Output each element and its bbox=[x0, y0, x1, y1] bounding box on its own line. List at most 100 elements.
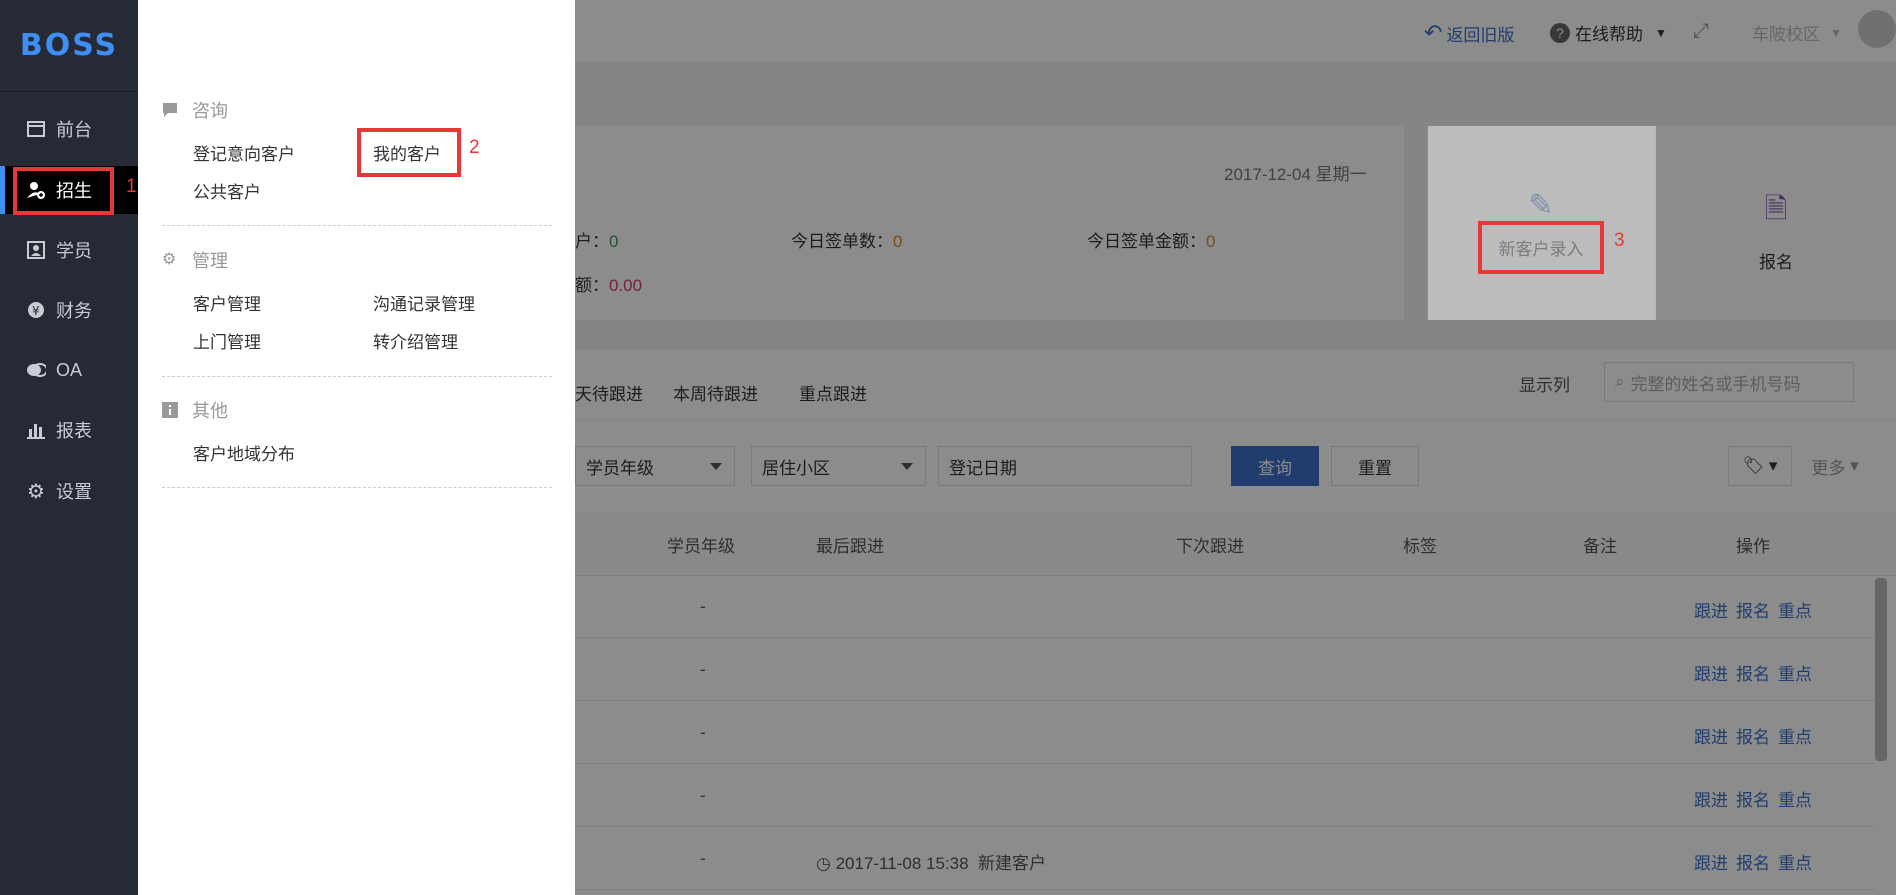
annotation-box-3 bbox=[1478, 221, 1604, 274]
svg-text:¥: ¥ bbox=[32, 304, 40, 318]
nav-item-front-desk[interactable]: 前台 bbox=[0, 105, 138, 153]
table-row: - ◷ 2017-11-08 15:38 新建客户 跟进 报名 重点 bbox=[575, 828, 1875, 890]
grade-select[interactable]: 学员年级 bbox=[575, 446, 735, 486]
nav-item-finance[interactable]: ¥ 财务 bbox=[0, 286, 138, 334]
campus-selector[interactable]: 车陂校区 ▼ bbox=[1752, 20, 1842, 45]
register-date-input[interactable]: 登记日期 bbox=[938, 446, 1192, 486]
table-row: - 跟进 报名 重点 bbox=[575, 765, 1875, 827]
annotation-label-3: 3 bbox=[1614, 230, 1625, 251]
table-row: - 跟进 报名 重点 bbox=[575, 702, 1875, 764]
question-circle-icon: ? bbox=[1550, 22, 1570, 43]
section-other-title: 其他 bbox=[162, 397, 228, 423]
col-last-follow: 最后跟进 bbox=[816, 537, 884, 556]
annotation-label-1: 1 bbox=[126, 176, 137, 197]
more-button[interactable]: 更多 ▾ bbox=[1805, 446, 1865, 486]
annotation-label-2: 2 bbox=[469, 137, 480, 158]
search-icon: ⌕ bbox=[1615, 372, 1625, 391]
scrollbar-thumb[interactable] bbox=[1875, 578, 1887, 761]
key-link[interactable]: 重点 bbox=[1778, 597, 1812, 622]
undo-icon: ↶ bbox=[1424, 20, 1443, 45]
key-link[interactable]: 重点 bbox=[1778, 660, 1812, 685]
nav-item-students[interactable]: 学员 bbox=[0, 226, 138, 274]
menu-link-visit-manage[interactable]: 上门管理 bbox=[193, 328, 261, 353]
id-card-icon bbox=[26, 240, 46, 260]
table-row: - 跟进 报名 重点 bbox=[575, 639, 1875, 701]
menu-link-referral-manage[interactable]: 转介绍管理 bbox=[373, 328, 458, 353]
back-old-version-link[interactable]: ↶ 返回旧版 bbox=[1424, 20, 1514, 46]
search-input[interactable]: ⌕ 完整的姓名或手机号码 bbox=[1604, 362, 1854, 402]
summary-date: 2017-12-04 星期一 bbox=[1224, 165, 1367, 184]
enroll-link[interactable]: 报名 bbox=[1736, 723, 1770, 748]
annotation-box-2 bbox=[357, 128, 461, 177]
col-tags: 标签 bbox=[1403, 537, 1437, 556]
enroll-link[interactable]: 报名 bbox=[1736, 660, 1770, 685]
follow-link[interactable]: 跟进 bbox=[1694, 786, 1728, 811]
chevron-down-icon: ▼ bbox=[1830, 25, 1842, 40]
col-grade: 学员年级 bbox=[667, 537, 735, 556]
yen-icon: ¥ bbox=[26, 300, 46, 320]
col-next-follow: 下次跟进 bbox=[1176, 537, 1244, 556]
stat-amount: 额：0.00 bbox=[575, 276, 643, 295]
community-select[interactable]: 居住小区 bbox=[751, 446, 926, 486]
tab-today-pending[interactable]: 天待跟进 bbox=[575, 380, 643, 405]
top-bar: ↶ 返回旧版 ? 在线帮助 ▼ ⤢ 车陂校区 ▼ bbox=[575, 0, 1896, 62]
query-button[interactable]: 查询 bbox=[1231, 446, 1319, 486]
follow-link[interactable]: 跟进 bbox=[1694, 723, 1728, 748]
divider bbox=[162, 487, 552, 488]
last-follow-cell: ◷ 2017-11-08 15:38 新建客户 bbox=[816, 854, 1046, 873]
show-columns-button[interactable]: 显示列 bbox=[1519, 371, 1570, 396]
bar-chart-icon bbox=[26, 420, 46, 440]
follow-link[interactable]: 跟进 bbox=[1694, 660, 1728, 685]
menu-link-customer-region[interactable]: 客户地域分布 bbox=[193, 440, 295, 465]
side-nav: BOSS 前台 招生 学员 ¥ 财务 OA 报表 ⚙ 设置 bbox=[0, 0, 138, 895]
info-box-icon bbox=[162, 402, 178, 418]
menu-link-public-customers[interactable]: 公共客户 bbox=[193, 178, 261, 203]
stat-today-orders: 今日签单数：0 bbox=[791, 232, 903, 251]
enroll-link[interactable]: 报名 bbox=[1736, 597, 1770, 622]
enroll-link[interactable]: 报名 bbox=[1736, 849, 1770, 874]
nav-item-reports[interactable]: 报表 bbox=[0, 406, 138, 454]
chevron-down-icon: ▼ bbox=[1655, 25, 1667, 40]
comment-icon bbox=[162, 102, 178, 118]
avatar[interactable] bbox=[1858, 10, 1896, 48]
online-help-menu[interactable]: ? 在线帮助 ▼ bbox=[1550, 20, 1667, 45]
enroll-link[interactable]: 报名 bbox=[1736, 786, 1770, 811]
col-notes: 备注 bbox=[1583, 537, 1617, 556]
reset-button[interactable]: 重置 bbox=[1331, 446, 1419, 486]
document-add-icon: 🗎 bbox=[1764, 193, 1788, 224]
enroll-button[interactable]: 🗎 报名 bbox=[1656, 188, 1896, 273]
enrollment-menu-panel: 咨询 登记意向客户 我的客户 公共客户 ⚙ 管理 客户管理 沟通记录管理 上门管… bbox=[138, 0, 575, 895]
nav-item-settings[interactable]: ⚙ 设置 bbox=[0, 467, 138, 515]
menu-link-comm-records[interactable]: 沟通记录管理 bbox=[373, 290, 475, 315]
menu-link-register-intent[interactable]: 登记意向客户 bbox=[193, 140, 295, 165]
col-actions: 操作 bbox=[1736, 537, 1770, 556]
follow-link[interactable]: 跟进 bbox=[1694, 849, 1728, 874]
key-link[interactable]: 重点 bbox=[1778, 786, 1812, 811]
annotation-box-1 bbox=[13, 167, 114, 215]
fullscreen-icon[interactable]: ⤢ bbox=[1693, 20, 1709, 43]
tag-icon: 🏷 ▾ bbox=[1742, 456, 1778, 475]
section-manage-title: ⚙ 管理 bbox=[162, 251, 228, 271]
summary-card: 2017-12-04 星期一 户：0 今日签单数：0 今日签单金额：0 额：0.… bbox=[575, 126, 1404, 320]
stat-today-amount: 今日签单金额：0 bbox=[1087, 232, 1216, 251]
key-link[interactable]: 重点 bbox=[1778, 849, 1812, 874]
main-content: ↶ 返回旧版 ? 在线帮助 ▼ ⤢ 车陂校区 ▼ 2017-12-04 星期一 … bbox=[575, 0, 1896, 895]
divider bbox=[162, 225, 552, 226]
table-row: - 跟进 报名 重点 bbox=[575, 576, 1875, 638]
menu-link-customer-manage[interactable]: 客户管理 bbox=[193, 290, 261, 315]
divider bbox=[162, 376, 552, 377]
key-link[interactable]: 重点 bbox=[1778, 723, 1812, 748]
clock-icon: ◷ bbox=[816, 854, 831, 873]
tab-key-follow[interactable]: 重点跟进 bbox=[799, 380, 867, 405]
chat-bubbles-icon bbox=[26, 360, 46, 380]
section-consult-title: 咨询 bbox=[162, 97, 228, 123]
gear-icon: ⚙ bbox=[27, 480, 45, 503]
follow-link[interactable]: 跟进 bbox=[1694, 597, 1728, 622]
gear-icon: ⚙ bbox=[162, 251, 177, 268]
nav-item-oa[interactable]: OA bbox=[0, 346, 138, 394]
tab-week-pending[interactable]: 本周待跟进 bbox=[673, 380, 758, 405]
tag-filter-button[interactable]: 🏷 ▾ bbox=[1728, 446, 1792, 486]
window-icon bbox=[26, 119, 46, 139]
logo: BOSS bbox=[0, 0, 138, 92]
stat-customers: 户：0 bbox=[575, 232, 619, 251]
